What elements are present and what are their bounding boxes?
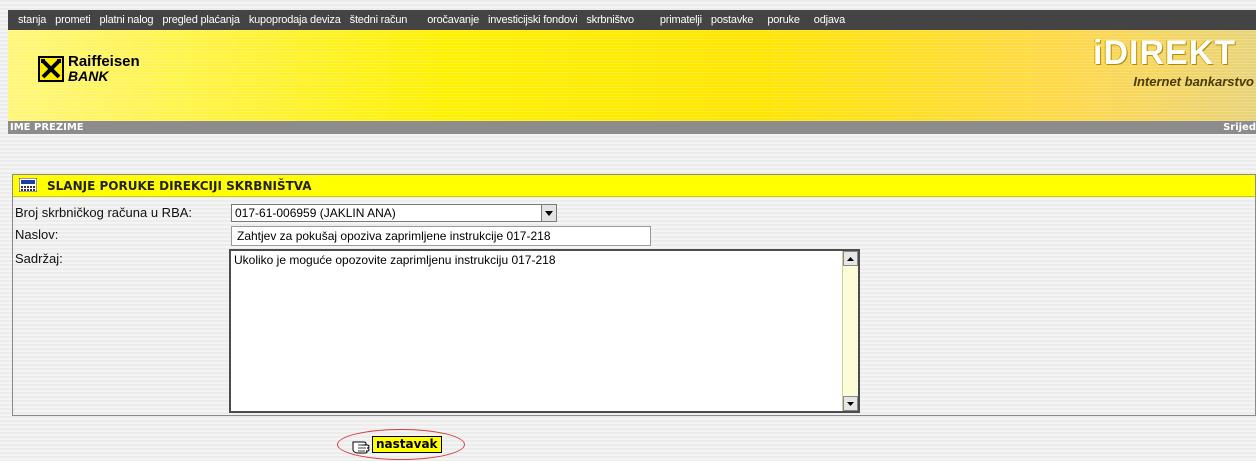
content-textarea-value: Ukoliko je moguće opozovite zaprimljenu … [234,253,556,267]
nav-kupoprodaja-deviza[interactable]: kupoprodaja deviza [249,14,341,26]
submit-highlight: nastavak [337,429,465,460]
user-name: IME PREZIME [10,122,84,133]
nav-stedni-racun[interactable]: štedni račun [350,14,408,26]
logo-line-2: BANK [68,68,109,84]
brand-title: iDIREKT [1093,34,1236,72]
nav-odjava[interactable]: odjava [814,14,845,26]
header-banner: Raiffeisen BANK iDIREKT Internet bankars… [8,30,1256,121]
brand-subtitle: Internet bankarstvo [1133,74,1254,89]
nav-primatelji[interactable]: primatelji [660,14,702,26]
nav-poruke[interactable]: poruke [767,14,800,26]
continue-button-label: nastavak [372,436,442,453]
keypad-icon [19,178,37,192]
account-select-value: 017-61-006959 (JAKLIN ANA) [235,206,396,220]
subject-input-value: Zahtjev za pokušaj opoziva zaprimljene i… [237,229,551,243]
nav-pregled-placanja[interactable]: pregled plaćanja [162,14,240,26]
raiffeisen-cross-icon [38,56,64,82]
raiffeisen-logo: Raiffeisen BANK [38,53,140,84]
nav-skrbnistvo[interactable]: skrbništvo [586,14,634,26]
nav-stanja[interactable]: stanja [18,14,46,26]
panel-header: SLANJE PORUKE DIREKCIJI SKRBNIŠTVA [13,175,1255,197]
subject-input[interactable]: Zahtjev za pokušaj opoziva zaprimljene i… [231,226,651,246]
top-navigation: stanja prometi platni nalog pregled plać… [8,10,1256,30]
message-form-panel: SLANJE PORUKE DIREKCIJI SKRBNIŠTVA Broj … [12,174,1256,416]
content-label: Sadržaj: [15,251,63,266]
subject-label: Naslov: [15,227,59,242]
continue-button[interactable]: nastavak [352,435,442,454]
scroll-down-icon[interactable] [843,396,858,411]
brand-block: iDIREKT Internet bankarstvo [1093,34,1256,89]
panel-title: SLANJE PORUKE DIREKCIJI SKRBNIŠTVA [47,179,312,193]
logo-line-1: Raiffeisen [68,53,140,70]
account-select[interactable]: 017-61-006959 (JAKLIN ANA) [231,204,557,222]
content-scrollbar[interactable] [842,251,858,411]
chevron-down-icon[interactable] [541,205,556,221]
current-day: Srijed [1223,122,1256,133]
nav-platni-nalog[interactable]: platni nalog [99,14,153,26]
nav-prometi[interactable]: prometi [55,14,90,26]
nav-investicijski-fondovi[interactable]: investicijski fondovi [488,14,578,26]
user-bar: IME PREZIME Srijed [8,121,1256,134]
nav-postavke[interactable]: postavke [711,14,754,26]
nav-orocavanje[interactable]: oročavanje [427,14,479,26]
content-textarea[interactable]: Ukoliko je moguće opozovite zaprimljenu … [229,249,860,413]
pointing-hand-icon [352,441,370,454]
account-label: Broj skrbničkog računa u RBA: [15,205,193,220]
scroll-up-icon[interactable] [843,251,858,266]
